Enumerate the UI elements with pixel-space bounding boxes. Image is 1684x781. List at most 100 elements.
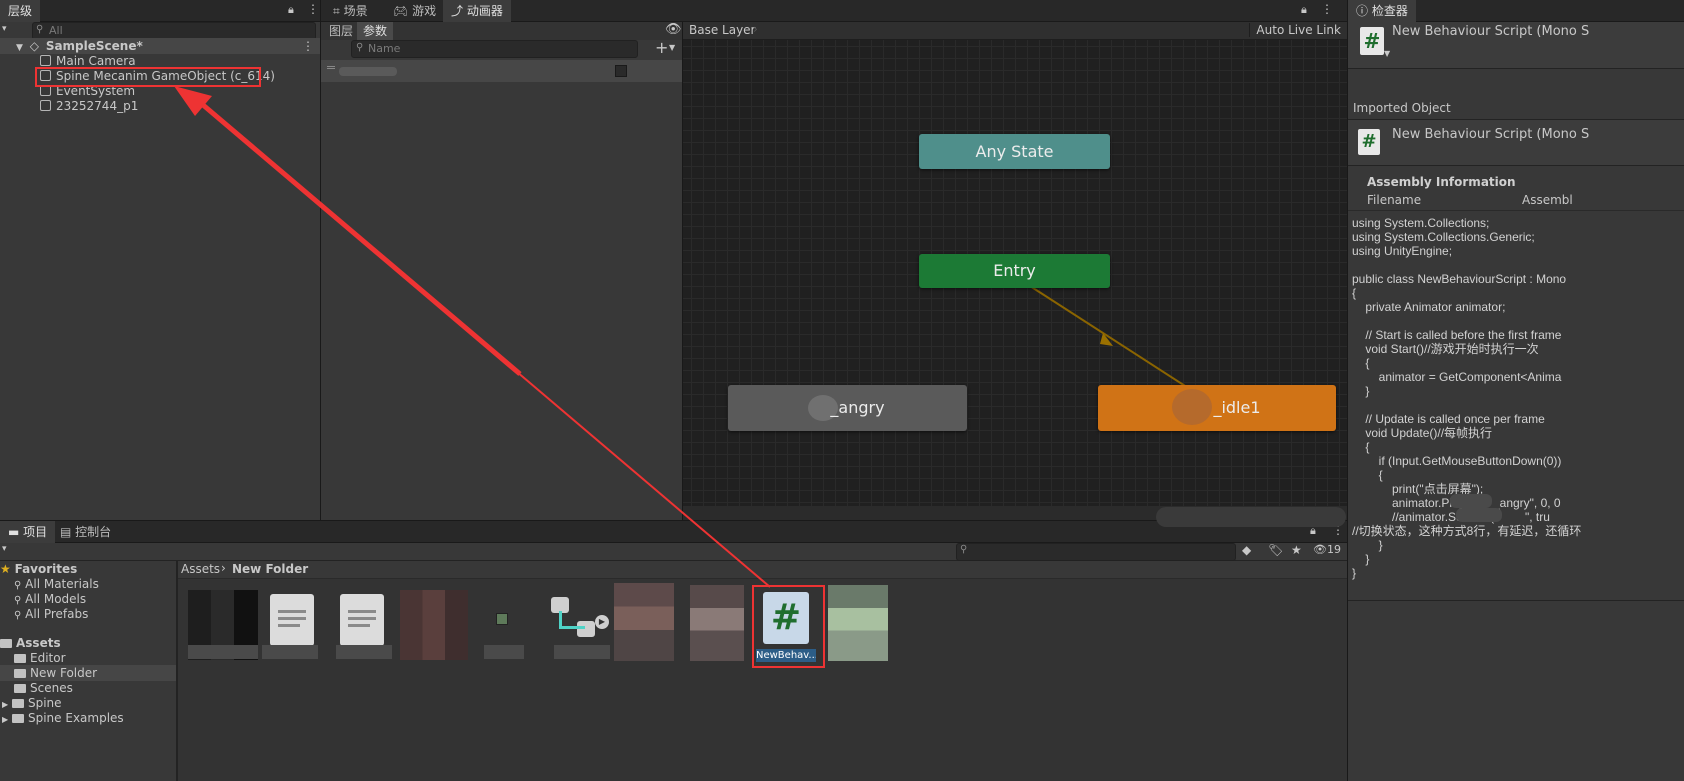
- search-icon: ⚲: [960, 544, 968, 555]
- gamepad-icon: 🎮︎: [393, 4, 409, 18]
- transition-line: [1029, 285, 1197, 394]
- idle1-state-node[interactable]: _idle1: [1098, 385, 1336, 431]
- unity-scene-icon: ◇: [29, 39, 39, 53]
- breadcrumb-arrow-icon: ›: [221, 561, 226, 575]
- project-tabbar: ▬ 项目 ▤ 控制台 🔒︎ ⋮: [0, 521, 1347, 543]
- hierarchy-item[interactable]: 23252744_p1: [0, 98, 320, 114]
- angry-state-node[interactable]: _angry: [728, 385, 967, 431]
- console-icon: ▤: [60, 525, 72, 539]
- drag-handle-icon[interactable]: [327, 66, 335, 69]
- parameter-search-input[interactable]: Name: [351, 40, 638, 58]
- scene-row[interactable]: ▼ ◇ SampleScene* ⋮: [0, 38, 320, 54]
- create-dropdown-icon[interactable]: ▾: [2, 544, 7, 554]
- tab-inspector[interactable]: ⓘ 检查器: [1348, 0, 1416, 22]
- folder-item[interactable]: New Folder: [0, 665, 176, 681]
- code-line: //animator.SetBool(" ", tru: [1352, 510, 1550, 524]
- code-line: // Update is called once per frame: [1352, 412, 1545, 426]
- asset-thumbnail-redacted[interactable]: [828, 585, 888, 661]
- expand-arrow-icon[interactable]: ▶: [2, 715, 8, 724]
- text-asset-icon[interactable]: [340, 594, 384, 646]
- script-file-icon: #: [1360, 27, 1384, 55]
- eye-icon[interactable]: 👁︎: [665, 22, 682, 37]
- kebab-menu-icon[interactable]: ⋮: [1321, 2, 1333, 16]
- chevron-down-icon[interactable]: ▼: [669, 43, 675, 52]
- folder-item[interactable]: Scenes: [0, 680, 176, 696]
- grid-icon: ⌗: [333, 4, 340, 18]
- breadcrumb-assets[interactable]: Assets: [181, 562, 220, 576]
- asset-label-redacted: [262, 645, 318, 659]
- code-line: void Update()//每帧执行: [1352, 426, 1493, 440]
- filename-value: Assembl: [1522, 193, 1573, 207]
- favorite-item[interactable]: ⚲ All Prefabs: [0, 606, 176, 622]
- filter-by-label-icon[interactable]: 🏷︎: [1268, 543, 1283, 557]
- breadcrumb-new-folder[interactable]: New Folder: [232, 562, 308, 576]
- any-state-node[interactable]: Any State: [919, 134, 1110, 169]
- folder-icon: [14, 669, 26, 678]
- asset-label-redacted: [188, 645, 258, 659]
- center-tabbar: ⌗ 场景 🎮︎ 游戏 ⤴ 动画器 🔒︎ ⋮: [321, 0, 1347, 22]
- project-toolbar: ▾ ⚲ ◆ 🏷︎ ★ 👁︎19: [0, 543, 1347, 561]
- scene-menu-icon[interactable]: ⋮: [302, 38, 314, 54]
- favorite-item[interactable]: ⚲ All Materials: [0, 576, 176, 592]
- code-line: {: [1352, 356, 1370, 370]
- folder-icon: [0, 639, 12, 648]
- redacted-blob: [1456, 508, 1502, 522]
- search-icon: ⚲: [14, 580, 22, 591]
- imported-object-block: # New Behaviour Script (Mono S: [1348, 119, 1684, 166]
- folder-icon: [11, 714, 24, 723]
- search-icon: ⚲: [356, 42, 364, 53]
- tab-scene[interactable]: ⌗ 场景: [325, 0, 376, 22]
- code-line: using System.Collections;: [1352, 216, 1490, 230]
- expand-arrow-icon[interactable]: ▶: [2, 700, 8, 709]
- favorites-row[interactable]: ★ Favorites: [0, 561, 176, 577]
- create-dropdown-icon[interactable]: ▾: [2, 24, 7, 34]
- asset-thumbnail-redacted[interactable]: [614, 583, 674, 661]
- code-line: if (Input.GetMouseButtonDown(0)): [1352, 454, 1562, 468]
- code-line: using UnityEngine;: [1352, 244, 1453, 258]
- filter-by-type-icon[interactable]: ◆: [1242, 543, 1251, 557]
- asset-thumbnail-redacted[interactable]: [400, 590, 468, 660]
- add-parameter-icon[interactable]: +: [655, 38, 668, 57]
- tab-animator[interactable]: ⤴ 动画器: [443, 0, 511, 22]
- expand-arrow-icon[interactable]: ▼: [16, 43, 23, 53]
- tab-console[interactable]: ▤ 控制台: [52, 521, 119, 543]
- entry-node[interactable]: Entry: [919, 254, 1110, 288]
- lock-icon[interactable]: 🔒︎: [288, 3, 294, 17]
- inspector-tabbar: ⓘ 检查器: [1348, 0, 1684, 22]
- hidden-packages-icon[interactable]: 👁︎19: [1313, 543, 1341, 556]
- parameter-name-redacted[interactable]: [339, 67, 397, 76]
- inspector-title: New Behaviour Script (Mono S: [1392, 24, 1590, 39]
- folder-icon: ▬: [8, 525, 20, 539]
- auto-live-link-button[interactable]: Auto Live Link: [1249, 23, 1341, 37]
- material-asset-icon[interactable]: [496, 613, 508, 625]
- animator-controller-icon[interactable]: ▶: [551, 597, 609, 641]
- tab-hierarchy[interactable]: 层级: [0, 0, 41, 22]
- hierarchy-tabbar: 层级 🔒︎ ⋮: [0, 0, 320, 22]
- folder-item[interactable]: ▶ Spine: [0, 695, 176, 711]
- assets-row[interactable]: Assets: [0, 635, 176, 651]
- breadcrumb-arrow-icon: ›: [753, 22, 758, 36]
- asset-thumbnail-redacted[interactable]: [690, 585, 744, 661]
- text-asset-icon[interactable]: [270, 594, 314, 646]
- favorite-item[interactable]: ⚲ All Models: [0, 591, 176, 607]
- breadcrumb-base-layer[interactable]: Base Layer: [689, 23, 756, 37]
- project-search-input[interactable]: [956, 543, 1236, 561]
- tab-layers[interactable]: 图层: [323, 22, 359, 40]
- bool-checkbox[interactable]: [615, 65, 627, 77]
- lock-icon[interactable]: 🔒︎: [1301, 3, 1307, 17]
- folder-icon: [14, 654, 26, 663]
- tab-parameters[interactable]: 参数: [357, 22, 394, 40]
- gameobject-cube-icon: [40, 100, 51, 111]
- kebab-menu-icon[interactable]: ⋮: [307, 2, 319, 16]
- code-line: {: [1352, 286, 1357, 300]
- animator-icon: ⤴: [451, 4, 464, 18]
- parameter-row[interactable]: [321, 60, 682, 82]
- imported-object-header: Imported Object: [1353, 101, 1451, 115]
- favorite-star-icon[interactable]: ★: [1291, 543, 1302, 557]
- code-line: public class NewBehaviourScript : Mono: [1352, 272, 1567, 286]
- tab-game[interactable]: 🎮︎ 游戏: [385, 0, 444, 22]
- chevron-down-icon[interactable]: ▼: [1384, 49, 1390, 58]
- folder-item[interactable]: ▶ Spine Examples: [0, 710, 176, 726]
- tab-project[interactable]: ▬ 项目: [0, 521, 56, 543]
- folder-item[interactable]: Editor: [0, 650, 176, 666]
